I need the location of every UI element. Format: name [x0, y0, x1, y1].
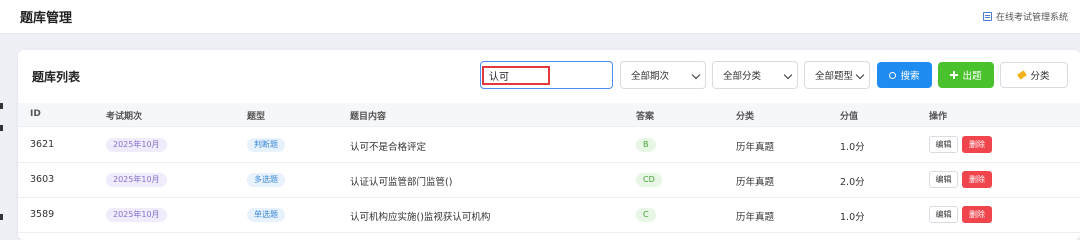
- search-box: [480, 61, 613, 89]
- search-input[interactable]: [481, 62, 612, 88]
- row-score: 1.0分: [840, 142, 865, 153]
- column-header-period: 考试期次: [106, 112, 143, 122]
- category-button[interactable]: 分类: [1000, 62, 1068, 88]
- left-edge-marker: [0, 103, 3, 109]
- top-bar: 题库管理 在线考试管理系统: [0, 0, 1080, 34]
- row-category: 历年真题: [736, 212, 775, 223]
- row-id: 3603: [30, 174, 55, 185]
- chevron-down-icon: [783, 70, 793, 80]
- tag-icon: [1017, 70, 1028, 80]
- period-badge: 2025年10月: [106, 208, 167, 222]
- question-content: 认可机构应实施()监视获认可机构: [350, 212, 491, 223]
- chevron-down-icon: [855, 70, 865, 80]
- category-filter-label: 全部分类: [723, 71, 762, 82]
- row-category: 历年真题: [736, 142, 775, 153]
- delete-button[interactable]: 删除: [962, 206, 992, 223]
- row-score: 1.0分: [840, 212, 865, 223]
- type-filter-label: 全部题型: [815, 71, 854, 82]
- period-badge: 2025年10月: [106, 173, 167, 187]
- plus-icon: [950, 71, 959, 79]
- period-badge: 2025年10月: [106, 138, 167, 152]
- search-button-label: 搜索: [900, 71, 920, 82]
- period-filter-select[interactable]: 全部期次: [620, 61, 706, 89]
- answer-badge: C: [636, 208, 656, 222]
- table-row: 3589 2025年10月 单选题 认可机构应实施()监视获认可机构 C 历年真…: [18, 198, 1080, 233]
- row-category: 历年真题: [736, 177, 775, 188]
- row-score: 2.0分: [840, 177, 865, 188]
- column-header-answer: 答案: [636, 112, 655, 122]
- delete-button[interactable]: 删除: [962, 171, 992, 188]
- column-header-category: 分类: [736, 112, 755, 122]
- create-exam-label: 出题: [962, 71, 982, 82]
- panel-title: 题库列表: [32, 70, 81, 84]
- document-icon: [982, 12, 992, 21]
- system-link[interactable]: 在线考试管理系统: [982, 10, 1068, 23]
- search-icon: [889, 71, 897, 79]
- column-header-id: ID: [30, 109, 41, 119]
- edit-button[interactable]: 编辑: [929, 136, 958, 153]
- question-bank-panel: 题库列表 全部期次 全部分类 全部题型 搜索 出题 分类 ID 考试期次 题型 …: [18, 50, 1080, 240]
- row-id: 3621: [30, 139, 55, 150]
- row-id: 3589: [30, 209, 55, 220]
- create-exam-button[interactable]: 出题: [938, 62, 994, 88]
- column-header-actions: 操作: [929, 112, 948, 122]
- edit-button[interactable]: 编辑: [929, 206, 958, 223]
- column-header-type: 题型: [247, 112, 266, 122]
- category-filter-select[interactable]: 全部分类: [712, 61, 798, 89]
- type-badge: 多选题: [247, 173, 285, 187]
- answer-badge: B: [636, 138, 656, 152]
- search-button[interactable]: 搜索: [877, 62, 932, 88]
- delete-button[interactable]: 删除: [962, 136, 992, 153]
- period-filter-label: 全部期次: [631, 71, 670, 82]
- answer-badge: CD: [636, 173, 662, 187]
- question-content: 认证认可监管部门监管(): [350, 177, 453, 188]
- category-button-label: 分类: [1030, 71, 1050, 82]
- table-header: ID 考试期次 题型 题目内容 答案 分类 分值 操作: [18, 103, 1080, 127]
- chevron-down-icon: [691, 70, 701, 80]
- table-row: 3621 2025年10月 判断题 认可不是合格评定 B 历年真题 1.0分 编…: [18, 128, 1080, 163]
- type-badge: 单选题: [247, 208, 285, 222]
- column-header-score: 分值: [840, 112, 859, 122]
- system-link-label: 在线考试管理系统: [995, 13, 1068, 23]
- left-edge-marker: [0, 214, 3, 220]
- question-content: 认可不是合格评定: [350, 142, 427, 153]
- type-badge: 判断题: [247, 138, 285, 152]
- table-row: 3603 2025年10月 多选题 认证认可监管部门监管() CD 历年真题 2…: [18, 163, 1080, 198]
- type-filter-select[interactable]: 全部题型: [804, 61, 870, 89]
- edit-button[interactable]: 编辑: [929, 171, 958, 188]
- page-title: 题库管理: [20, 11, 73, 26]
- column-header-content: 题目内容: [350, 112, 387, 122]
- left-edge-marker: [0, 125, 3, 131]
